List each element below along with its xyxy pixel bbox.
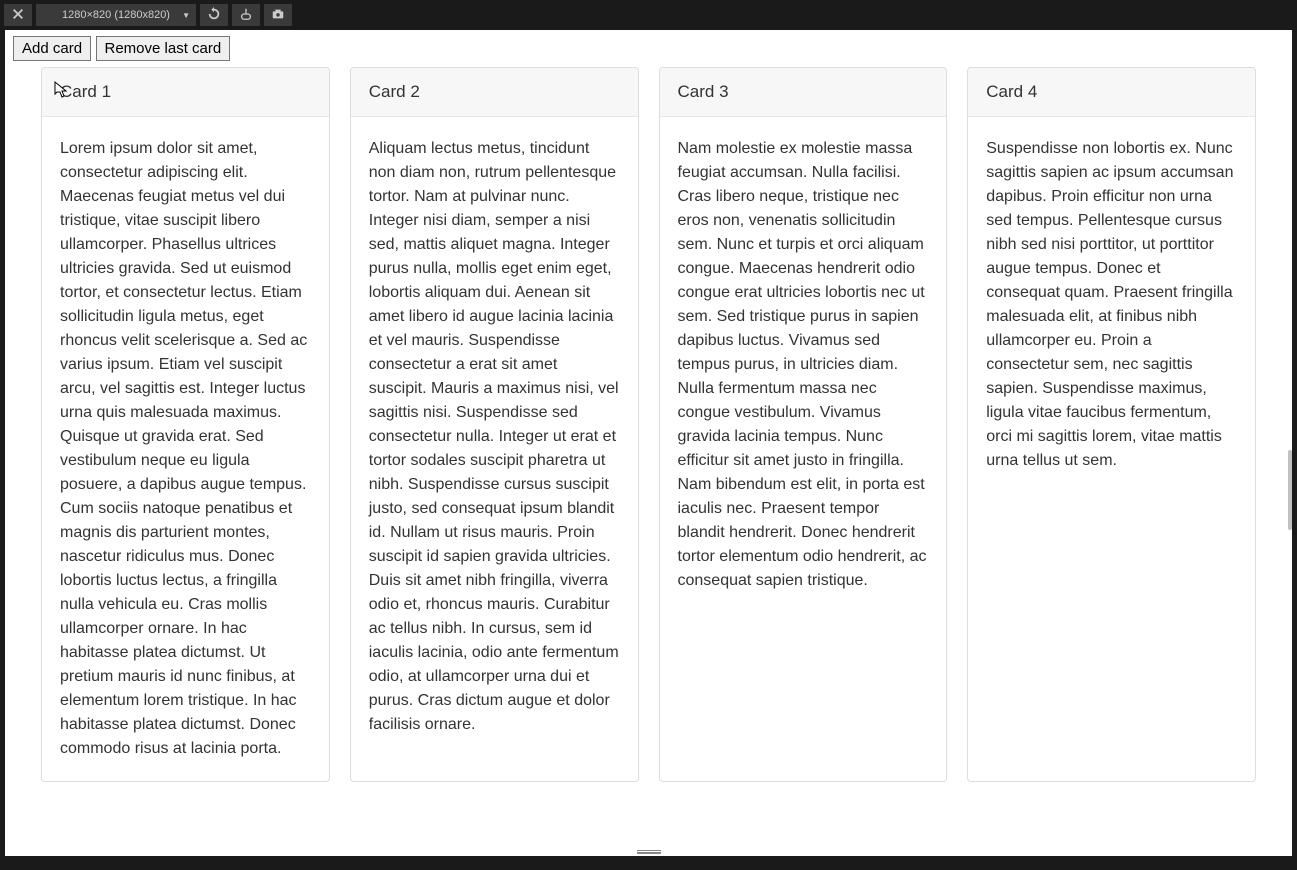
devtools-bar: 1280×820 (1280x820) ▼ [0,0,1297,30]
remove-card-button[interactable]: Remove last card [96,36,231,61]
close-button[interactable] [4,4,32,26]
card-body: Suspendisse non lobortis ex. Nunc sagitt… [968,117,1255,493]
resolution-select[interactable]: 1280×820 (1280x820) ▼ [36,4,196,26]
screenshot-button[interactable] [264,4,292,26]
button-row: Add card Remove last card [13,36,1284,61]
rotate-icon [207,7,221,24]
chevron-down-icon: ▼ [182,11,190,20]
viewport-wrap: Add card Remove last card Card 1 Lorem i… [0,30,1297,870]
resolution-label: 1280×820 (1280x820) [62,9,170,21]
touch-button[interactable] [232,4,260,26]
card: Card 1 Lorem ipsum dolor sit amet, conse… [41,67,330,782]
camera-icon [271,7,285,24]
resize-handle[interactable] [637,850,661,854]
card: Card 4 Suspendisse non lobortis ex. Nunc… [967,67,1256,782]
card-body: Aliquam lectus metus, tincidunt non diam… [351,117,638,757]
card-header: Card 2 [351,68,638,117]
card-body: Lorem ipsum dolor sit amet, consectetur … [42,117,329,781]
rotate-button[interactable] [200,4,228,26]
viewport: Add card Remove last card Card 1 Lorem i… [5,30,1292,856]
cards-container: Card 1 Lorem ipsum dolor sit amet, conse… [13,63,1284,782]
page-content: Add card Remove last card Card 1 Lorem i… [5,30,1292,788]
card: Card 2 Aliquam lectus metus, tincidunt n… [350,67,639,782]
card-body: Nam molestie ex molestie massa feugiat a… [660,117,947,613]
card-header: Card 1 [42,68,329,117]
card-header: Card 4 [968,68,1255,117]
scrollbar-thumb[interactable] [1288,450,1292,530]
touch-icon [239,7,253,24]
add-card-button[interactable]: Add card [13,36,91,61]
close-icon [11,7,25,24]
card-header: Card 3 [660,68,947,117]
card: Card 3 Nam molestie ex molestie massa fe… [659,67,948,782]
